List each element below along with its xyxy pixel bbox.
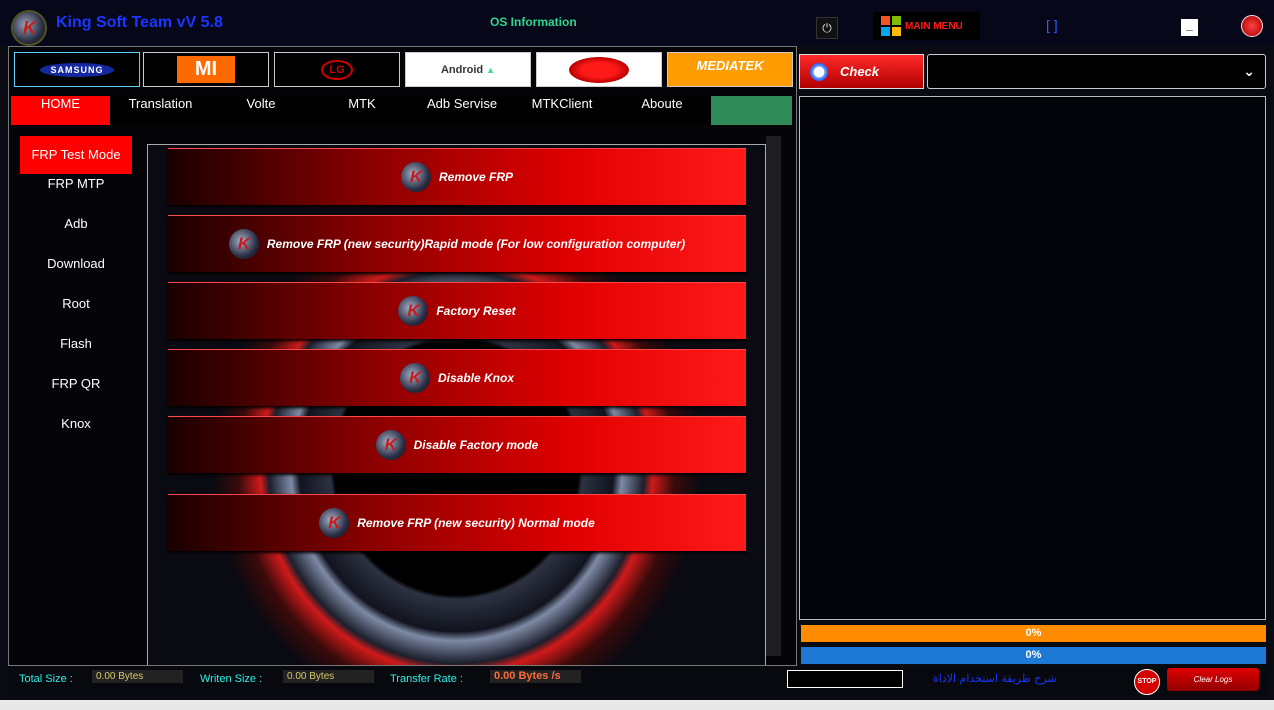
- k-logo-icon: [375, 430, 406, 460]
- side-item-adb[interactable]: Adb: [20, 216, 132, 256]
- brand-mediatek-button[interactable]: MEDIATEK: [667, 52, 793, 87]
- minimize-button[interactable]: _: [1181, 19, 1198, 36]
- tab-translation[interactable]: Translation: [111, 96, 210, 125]
- side-menu: FRP Test Mode FRP MTP Adb Download Root …: [20, 136, 132, 456]
- device-info-field: [787, 670, 903, 688]
- side-item-root[interactable]: Root: [20, 296, 132, 336]
- tab-volte[interactable]: Volte: [211, 96, 311, 125]
- main-menu-label: MAIN MENU: [905, 20, 963, 32]
- check-label: Check: [840, 64, 880, 79]
- snapdragon-logo-icon: [569, 56, 629, 83]
- brand-mi-logo: MI: [176, 56, 236, 83]
- search-icon: [810, 62, 828, 81]
- transfer-rate-value: 0.00 Bytes /s: [490, 670, 581, 683]
- factory-reset-button[interactable]: Factory Reset: [168, 282, 746, 339]
- scrollbar[interactable]: [766, 136, 781, 656]
- total-size-value: 0.00 Bytes: [92, 670, 183, 683]
- port-select[interactable]: ⌄: [927, 54, 1266, 89]
- logo-letter: K: [23, 18, 36, 38]
- android-robot-icon: ▲: [486, 64, 496, 75]
- remove-frp-normal-mode-button[interactable]: Remove FRP (new security) Normal mode: [168, 494, 746, 551]
- usage-guide-link[interactable]: شرح طريقة استخدام الاداة: [933, 672, 1057, 685]
- os-information-link[interactable]: OS Information: [490, 15, 577, 29]
- brand-samsung-button[interactable]: SAMSUNG: [14, 52, 140, 87]
- stop-button[interactable]: STOP: [1134, 669, 1160, 695]
- tab-aboute[interactable]: Aboute: [612, 96, 712, 125]
- side-item-download[interactable]: Download: [20, 256, 132, 296]
- chevron-down-icon: ⌄: [1243, 64, 1255, 80]
- action-label: Remove FRP (new security) Normal mode: [357, 516, 595, 530]
- tab-mtk[interactable]: MTK: [312, 96, 412, 125]
- log-output[interactable]: [799, 96, 1266, 620]
- action-label: Remove FRP: [438, 170, 514, 184]
- windows-icon: [881, 16, 901, 36]
- side-item-knox[interactable]: Knox: [20, 416, 132, 456]
- brand-mediatek-logo: MEDIATEK: [668, 53, 792, 86]
- k-logo-icon: [228, 229, 259, 259]
- written-size-label: Writen Size :: [200, 673, 263, 685]
- brand-xiaomi-button[interactable]: MI: [143, 52, 269, 87]
- action-label: Disable Knox: [437, 371, 515, 385]
- tab-adb-servise[interactable]: Adb Servise: [412, 96, 512, 125]
- tab-mtkclient[interactable]: MTKClient: [512, 96, 612, 125]
- action-label: Remove FRP (new security)Rapid mode (For…: [266, 237, 686, 251]
- total-size-label: Total Size :: [19, 673, 73, 685]
- k-logo-icon: [399, 363, 430, 393]
- status-bar: [8, 666, 1270, 696]
- clear-logs-button[interactable]: Clear Logs: [1167, 668, 1259, 691]
- transfer-rate-label: Transfer Rate :: [390, 673, 463, 685]
- disable-factory-mode-button[interactable]: Disable Factory mode: [168, 416, 746, 473]
- app-logo-icon: K: [13, 12, 45, 44]
- check-button[interactable]: Check: [799, 54, 924, 89]
- remove-frp-button[interactable]: Remove FRP: [168, 148, 746, 205]
- app-title: King Soft Team vV 5.8: [56, 14, 223, 31]
- remove-frp-rapid-mode-button[interactable]: Remove FRP (new security)Rapid mode (For…: [168, 215, 746, 272]
- k-logo-icon: [398, 296, 429, 326]
- disable-knox-button[interactable]: Disable Knox: [168, 349, 746, 406]
- brand-lg-logo: LG: [321, 59, 353, 80]
- side-item-frp-qr[interactable]: FRP QR: [20, 376, 132, 416]
- brand-android-button[interactable]: Android ▲: [405, 52, 531, 87]
- k-logo-icon: [319, 508, 350, 538]
- close-button[interactable]: [1241, 15, 1263, 37]
- written-size-value: 0.00 Bytes: [283, 670, 374, 683]
- action-label: Disable Factory mode: [413, 438, 539, 452]
- side-item-flash[interactable]: Flash: [20, 336, 132, 376]
- side-item-frp-mtp[interactable]: FRP MTP: [20, 176, 132, 216]
- k-logo-icon: [400, 162, 431, 192]
- progress-bar-primary: 0%: [801, 625, 1266, 642]
- tab-home[interactable]: HOME: [11, 96, 110, 125]
- brand-qualcomm-button[interactable]: [536, 52, 662, 87]
- taskbar-strip: [0, 700, 1274, 710]
- power-button[interactable]: ⏻: [816, 17, 838, 39]
- progress-bar-secondary: 0%: [801, 647, 1266, 664]
- brand-android-logo: Android: [440, 63, 484, 76]
- action-panel: Remove FRP Remove FRP (new security)Rapi…: [147, 144, 766, 665]
- tab-extra[interactable]: [711, 96, 792, 125]
- tab-bar: HOME Translation Volte MTK Adb Servise M…: [11, 96, 792, 125]
- brand-samsung-logo: SAMSUNG: [40, 62, 114, 77]
- action-label: Factory Reset: [436, 304, 516, 318]
- brand-lg-button[interactable]: LG: [274, 52, 400, 87]
- maximize-button[interactable]: [ ]: [1046, 17, 1058, 33]
- side-item-frp-test-mode[interactable]: FRP Test Mode: [20, 136, 132, 174]
- main-menu-button[interactable]: MAIN MENU: [873, 12, 980, 40]
